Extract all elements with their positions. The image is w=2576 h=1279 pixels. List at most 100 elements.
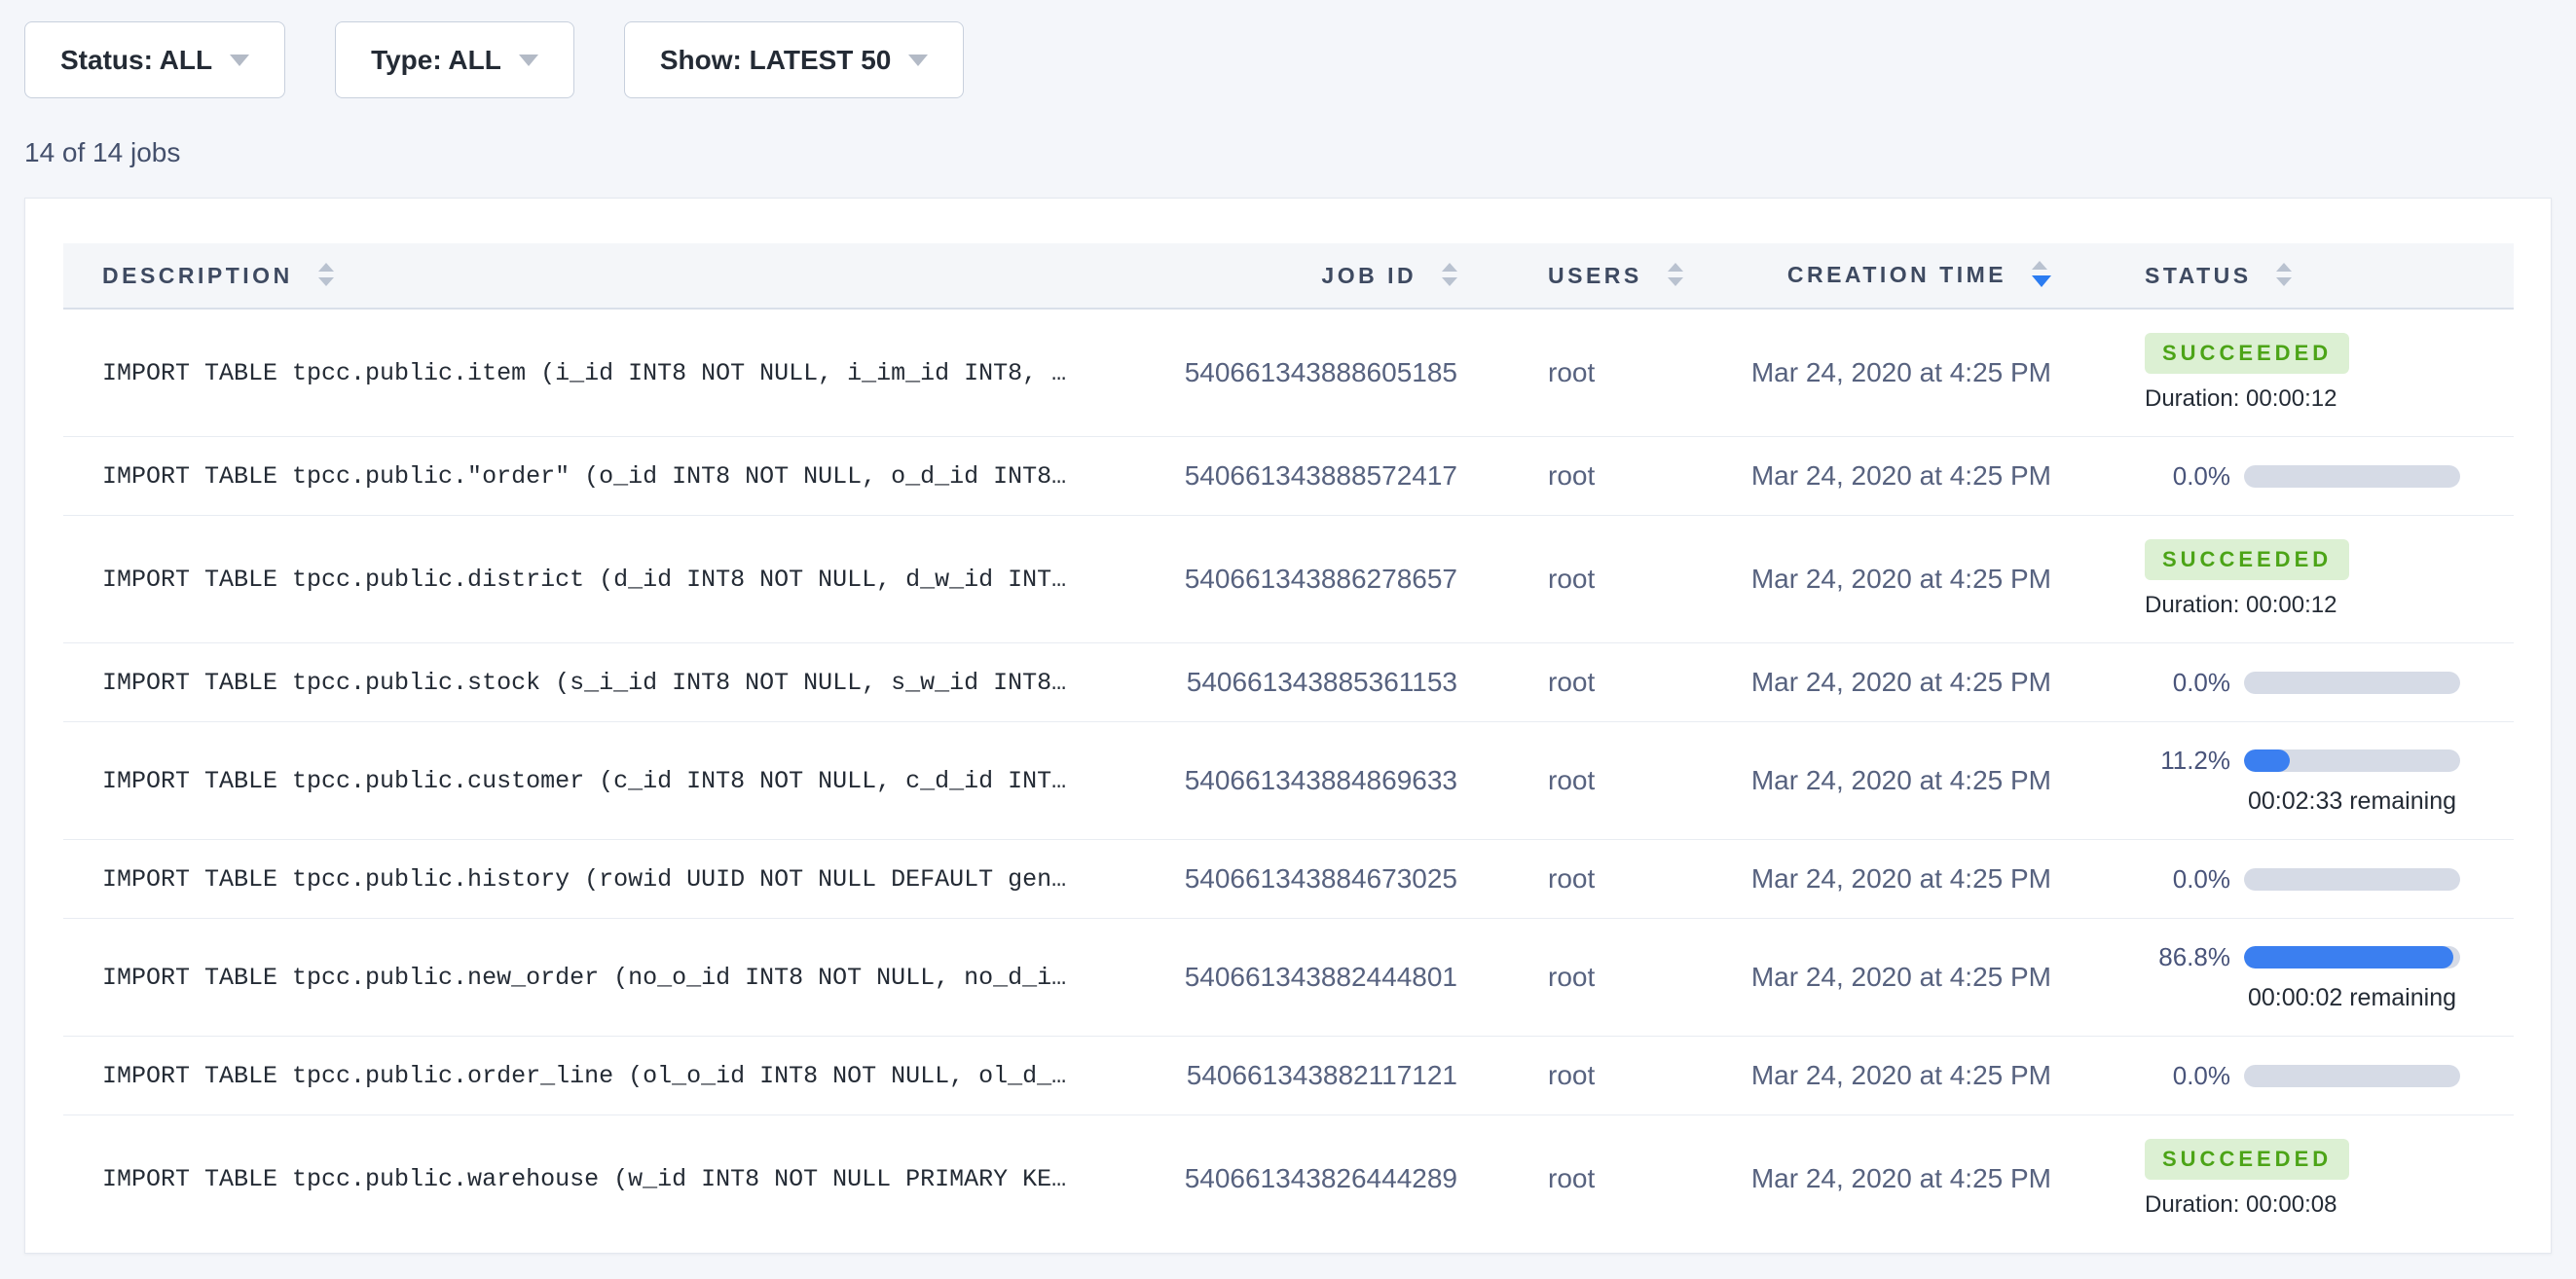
status-filter-label: Status: ALL — [60, 45, 212, 76]
job-user: root — [1475, 919, 1743, 1037]
job-description: IMPORT TABLE tpcc.public.item (i_id INT8… — [63, 309, 1134, 437]
jobs-table-body: IMPORT TABLE tpcc.public.item (i_id INT8… — [63, 309, 2514, 1242]
progress-bar-fill — [2244, 749, 2290, 772]
job-description: IMPORT TABLE tpcc.public.district (d_id … — [63, 516, 1134, 643]
status-progress: 0.0% — [2145, 864, 2514, 895]
job-description: IMPORT TABLE tpcc.public.customer (c_id … — [63, 722, 1134, 840]
job-status: 0.0% — [2069, 840, 2514, 919]
status-succeeded: SUCCEEDED Duration: 00:00:12 — [2145, 333, 2514, 413]
table-row: IMPORT TABLE tpcc.public."order" (o_id I… — [63, 437, 2514, 516]
job-description: IMPORT TABLE tpcc.public."order" (o_id I… — [63, 437, 1134, 516]
job-description: IMPORT TABLE tpcc.public.warehouse (w_id… — [63, 1115, 1134, 1243]
show-filter-dropdown[interactable]: Show: LATEST 50 — [624, 21, 965, 98]
progress-percent: 86.8% — [2145, 942, 2230, 972]
status-filter-dropdown[interactable]: Status: ALL — [24, 21, 285, 98]
status-succeeded: SUCCEEDED Duration: 00:00:12 — [2145, 539, 2514, 619]
status-succeeded: SUCCEEDED Duration: 00:00:08 — [2145, 1139, 2514, 1219]
table-row: IMPORT TABLE tpcc.public.history (rowid … — [63, 840, 2514, 919]
job-id: 540661343888605185 — [1134, 309, 1475, 437]
progress-remaining: 00:02:33 remaining — [2244, 787, 2460, 816]
job-creation-time: Mar 24, 2020 at 4:25 PM — [1743, 1037, 2069, 1115]
status-duration: Duration: 00:00:12 — [2145, 385, 2514, 413]
job-creation-time: Mar 24, 2020 at 4:25 PM — [1743, 1115, 2069, 1243]
status-badge: SUCCEEDED — [2145, 539, 2349, 580]
status-progress: 11.2% 00:02:33 remaining — [2145, 746, 2514, 816]
column-header-job-id[interactable]: JOB ID — [1134, 243, 1475, 309]
status-progress: 0.0% — [2145, 461, 2514, 492]
sort-icon — [1442, 263, 1457, 286]
job-description: IMPORT TABLE tpcc.public.new_order (no_o… — [63, 919, 1134, 1037]
job-creation-time: Mar 24, 2020 at 4:25 PM — [1743, 437, 2069, 516]
column-header-description[interactable]: DESCRIPTION — [63, 243, 1134, 309]
progress-bar — [2244, 749, 2460, 772]
status-badge: SUCCEEDED — [2145, 1139, 2349, 1180]
table-header-row: DESCRIPTION JOB ID USERS CREATION T — [63, 243, 2514, 309]
jobs-table: DESCRIPTION JOB ID USERS CREATION T — [63, 243, 2514, 1242]
job-status: 86.8% 00:00:02 remaining — [2069, 919, 2514, 1037]
job-id: 540661343882117121 — [1134, 1037, 1475, 1115]
job-status: SUCCEEDED Duration: 00:00:12 — [2069, 516, 2514, 643]
progress-bar — [2244, 465, 2460, 488]
job-id: 540661343826444289 — [1134, 1115, 1475, 1243]
table-row: IMPORT TABLE tpcc.public.new_order (no_o… — [63, 919, 2514, 1037]
job-user: root — [1475, 1115, 1743, 1243]
job-description: IMPORT TABLE tpcc.public.stock (s_i_id I… — [63, 643, 1134, 722]
job-user: root — [1475, 840, 1743, 919]
progress-remaining: 00:00:02 remaining — [2244, 984, 2460, 1012]
column-header-status[interactable]: STATUS — [2069, 243, 2514, 309]
job-status: SUCCEEDED Duration: 00:00:08 — [2069, 1115, 2514, 1243]
table-row: IMPORT TABLE tpcc.public.district (d_id … — [63, 516, 2514, 643]
progress-percent: 0.0% — [2145, 461, 2230, 492]
status-progress: 86.8% 00:00:02 remaining — [2145, 942, 2514, 1012]
job-id: 540661343884673025 — [1134, 840, 1475, 919]
job-id: 540661343882444801 — [1134, 919, 1475, 1037]
chevron-down-icon — [908, 55, 928, 66]
jobs-page: Status: ALL Type: ALL Show: LATEST 50 14… — [0, 0, 2576, 1279]
status-duration: Duration: 00:00:08 — [2145, 1191, 2514, 1219]
job-user: root — [1475, 309, 1743, 437]
show-filter-label: Show: LATEST 50 — [660, 45, 892, 76]
chevron-down-icon — [230, 55, 249, 66]
job-user: root — [1475, 722, 1743, 840]
type-filter-label: Type: ALL — [371, 45, 501, 76]
column-header-creation-time[interactable]: CREATION TIME — [1743, 243, 2069, 309]
progress-bar — [2244, 946, 2460, 968]
filter-bar: Status: ALL Type: ALL Show: LATEST 50 — [0, 0, 2576, 98]
table-row: IMPORT TABLE tpcc.public.stock (s_i_id I… — [63, 643, 2514, 722]
status-badge: SUCCEEDED — [2145, 333, 2349, 374]
job-status: 0.0% — [2069, 643, 2514, 722]
job-id: 540661343888572417 — [1134, 437, 1475, 516]
job-user: root — [1475, 516, 1743, 643]
progress-bar — [2244, 1065, 2460, 1087]
job-description: IMPORT TABLE tpcc.public.order_line (ol_… — [63, 1037, 1134, 1115]
job-status: 0.0% — [2069, 437, 2514, 516]
progress-percent: 0.0% — [2145, 864, 2230, 895]
job-creation-time: Mar 24, 2020 at 4:25 PM — [1743, 919, 2069, 1037]
progress-percent: 11.2% — [2145, 746, 2230, 776]
job-creation-time: Mar 24, 2020 at 4:25 PM — [1743, 309, 2069, 437]
type-filter-dropdown[interactable]: Type: ALL — [335, 21, 574, 98]
progress-bar — [2244, 672, 2460, 694]
chevron-down-icon — [519, 55, 538, 66]
job-creation-time: Mar 24, 2020 at 4:25 PM — [1743, 516, 2069, 643]
sort-icon — [318, 263, 334, 286]
job-id: 540661343884869633 — [1134, 722, 1475, 840]
table-row: IMPORT TABLE tpcc.public.warehouse (w_id… — [63, 1115, 2514, 1243]
sort-icon — [2276, 263, 2292, 286]
job-creation-time: Mar 24, 2020 at 4:25 PM — [1743, 840, 2069, 919]
jobs-card: DESCRIPTION JOB ID USERS CREATION T — [24, 198, 2552, 1254]
status-duration: Duration: 00:00:12 — [2145, 592, 2514, 619]
job-id: 540661343885361153 — [1134, 643, 1475, 722]
status-progress: 0.0% — [2145, 668, 2514, 698]
status-progress: 0.0% — [2145, 1061, 2514, 1091]
job-status: 0.0% — [2069, 1037, 2514, 1115]
job-status: SUCCEEDED Duration: 00:00:12 — [2069, 309, 2514, 437]
job-user: root — [1475, 1037, 1743, 1115]
sort-icon — [1668, 263, 1683, 286]
progress-bar-fill — [2244, 946, 2453, 968]
progress-bar — [2244, 868, 2460, 891]
column-header-users[interactable]: USERS — [1475, 243, 1743, 309]
job-description: IMPORT TABLE tpcc.public.history (rowid … — [63, 840, 1134, 919]
job-user: root — [1475, 643, 1743, 722]
table-row: IMPORT TABLE tpcc.public.item (i_id INT8… — [63, 309, 2514, 437]
